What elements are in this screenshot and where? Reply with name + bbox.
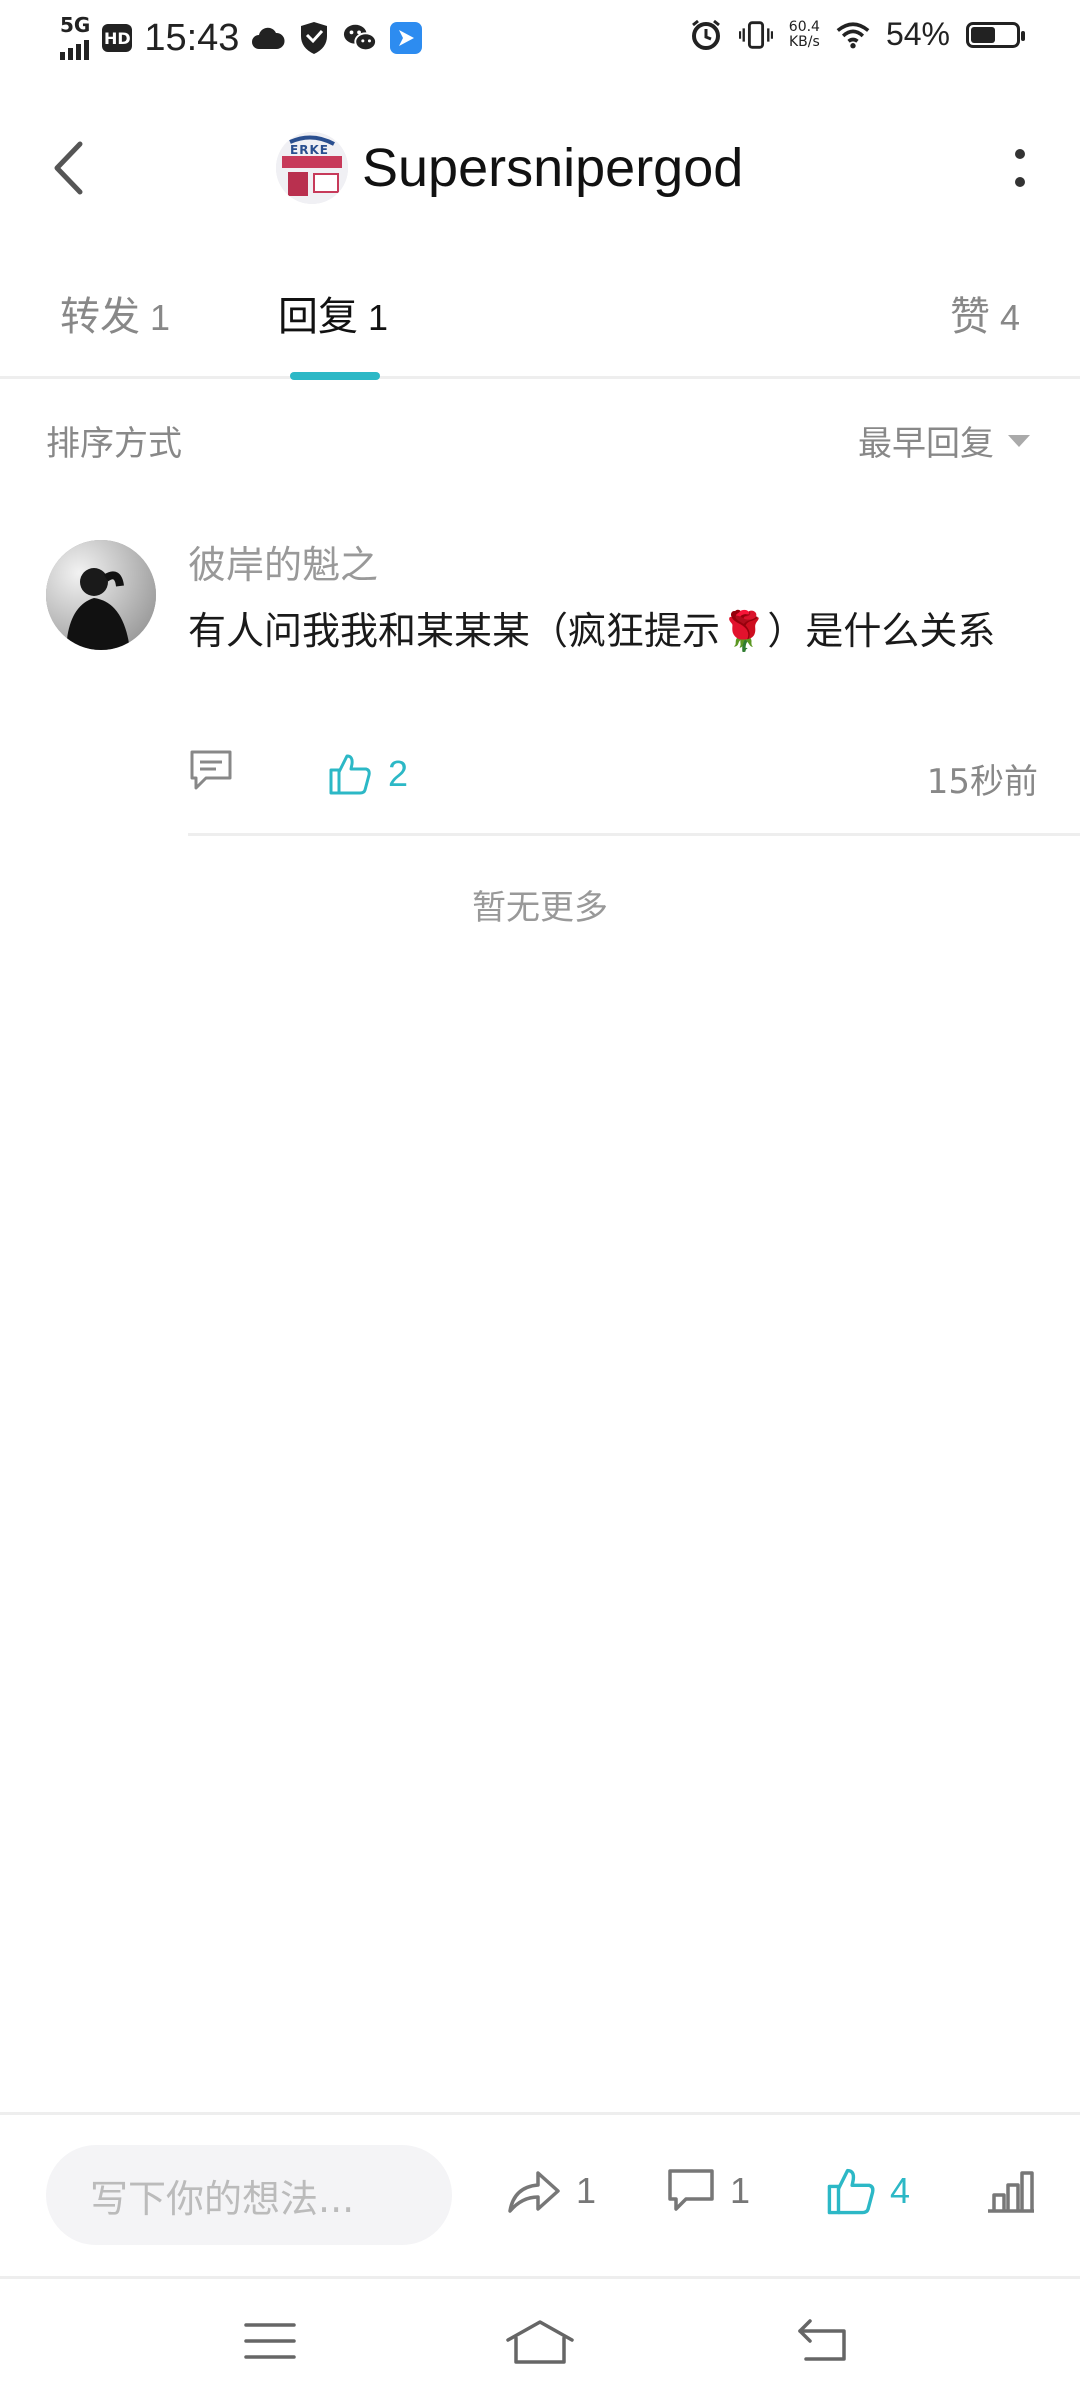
stats-icon bbox=[988, 2171, 1034, 2213]
comment-text: 有人问我我和某某某（疯狂提示🌹）是什么关系 bbox=[188, 600, 1018, 662]
stats-button[interactable] bbox=[986, 2155, 1036, 2227]
speed-value: 60.4 bbox=[788, 18, 820, 35]
avatar-image bbox=[46, 540, 156, 650]
caret-down-icon bbox=[1008, 434, 1030, 447]
tab-likes[interactable]: 赞4 bbox=[950, 284, 1020, 342]
reply-button[interactable] bbox=[188, 748, 238, 798]
sort-row: 排序方式 最早回复 bbox=[0, 410, 1080, 470]
sort-value: 最早回复 bbox=[858, 424, 994, 464]
signal-bars-icon bbox=[60, 34, 89, 60]
tab-label: 回复 bbox=[278, 294, 358, 340]
nav-home-button[interactable] bbox=[500, 2309, 580, 2373]
avatar[interactable]: ERKE bbox=[276, 132, 348, 204]
page-title: Supersnipergod bbox=[362, 138, 744, 198]
no-more-text: 暂无更多 bbox=[472, 888, 608, 928]
app-notification-icon bbox=[389, 21, 423, 55]
hd-badge: HD bbox=[102, 24, 133, 52]
alarm-icon bbox=[689, 18, 723, 52]
reply-icon bbox=[190, 750, 232, 790]
like-button[interactable]: 4 bbox=[826, 2155, 910, 2227]
back-button[interactable] bbox=[38, 128, 98, 208]
speed-unit: KB/s bbox=[788, 33, 820, 50]
more-vertical-icon bbox=[1015, 149, 1025, 187]
tab-bar: 转发 1 回复 1 赞4 bbox=[0, 260, 1080, 380]
title-group[interactable]: ERKE Supersnipergod bbox=[276, 128, 743, 208]
comment-timestamp: 15秒前 bbox=[926, 762, 1038, 802]
comment-like-button[interactable]: 2 bbox=[328, 748, 408, 800]
share-count: 1 bbox=[576, 2170, 597, 2211]
wechat-icon bbox=[343, 21, 378, 55]
system-nav-bar bbox=[0, 2276, 1080, 2403]
active-tab-indicator bbox=[290, 372, 380, 380]
comment-like-count: 2 bbox=[388, 753, 409, 794]
status-right: 60.4 KB/s 54% bbox=[689, 16, 1025, 53]
comment-actions: 2 15秒前 bbox=[188, 748, 1038, 808]
nav-back-button[interactable] bbox=[782, 2309, 862, 2373]
nav-menu-button[interactable] bbox=[230, 2309, 310, 2373]
more-options-button[interactable] bbox=[990, 128, 1050, 208]
network-type: 5G bbox=[60, 13, 91, 37]
battery-icon bbox=[966, 21, 1025, 48]
top-app-bar: ERKE Supersnipergod bbox=[0, 100, 1080, 236]
tab-count: 1 bbox=[368, 297, 389, 338]
sort-dropdown[interactable]: 最早回复 bbox=[858, 416, 1030, 465]
tab-count: 4 bbox=[999, 297, 1020, 338]
back-icon bbox=[798, 2319, 846, 2361]
comment-button[interactable]: 1 bbox=[666, 2155, 750, 2227]
thumbs-up-icon bbox=[329, 754, 371, 795]
comment-icon bbox=[668, 2169, 714, 2211]
tab-label: 转发 bbox=[60, 294, 140, 340]
tab-reposts[interactable]: 转发 1 bbox=[60, 284, 170, 342]
divider bbox=[188, 833, 1080, 836]
menu-icon bbox=[244, 2323, 296, 2359]
comment-item: 彼岸的魁之 有人问我我和某某某（疯狂提示🌹）是什么关系 2 15秒前 bbox=[0, 530, 1080, 836]
vibrate-icon bbox=[738, 18, 773, 52]
battery-fill bbox=[971, 26, 995, 43]
shield-check-icon bbox=[297, 21, 331, 55]
back-arrow-icon bbox=[54, 141, 83, 195]
comment-author[interactable]: 彼岸的魁之 bbox=[188, 534, 378, 589]
tab-replies[interactable]: 回复 1 bbox=[278, 284, 388, 342]
battery-percent: 54% bbox=[885, 16, 950, 52]
tab-count: 1 bbox=[150, 297, 171, 338]
thumbs-up-icon bbox=[827, 2168, 875, 2215]
bottom-action-bar: 写下你的想法... 1 1 4 bbox=[0, 2112, 1080, 2275]
comment-text-part1: 有人问我我和某某某（疯狂提示 bbox=[188, 609, 721, 653]
network-speed: 60.4 KB/s bbox=[788, 18, 820, 50]
avatar-logo-text: ERKE bbox=[290, 143, 329, 157]
reply-input-placeholder: 写下你的想法... bbox=[90, 2176, 355, 2221]
wifi-icon bbox=[836, 18, 870, 52]
sort-label: 排序方式 bbox=[46, 424, 182, 464]
status-time: 15:43 bbox=[144, 16, 240, 59]
status-bar: 5G HD 15:43 60.4 KB/s 54% bbox=[0, 0, 1080, 84]
tab-label: 赞 bbox=[949, 294, 990, 340]
comment-count: 1 bbox=[730, 2170, 751, 2211]
like-count: 4 bbox=[890, 2170, 911, 2211]
cell-signal: 5G bbox=[60, 13, 91, 60]
avatar[interactable] bbox=[46, 540, 156, 650]
comment-text-part2: ）是什么关系 bbox=[767, 609, 996, 653]
share-button[interactable]: 1 bbox=[506, 2155, 596, 2227]
reply-input[interactable]: 写下你的想法... bbox=[46, 2145, 452, 2245]
share-icon bbox=[508, 2171, 560, 2213]
rose-emoji: 🌹 bbox=[720, 609, 768, 653]
cloud-icon bbox=[251, 21, 285, 55]
status-left: 5G HD 15:43 bbox=[60, 13, 423, 60]
home-icon bbox=[506, 2320, 574, 2364]
